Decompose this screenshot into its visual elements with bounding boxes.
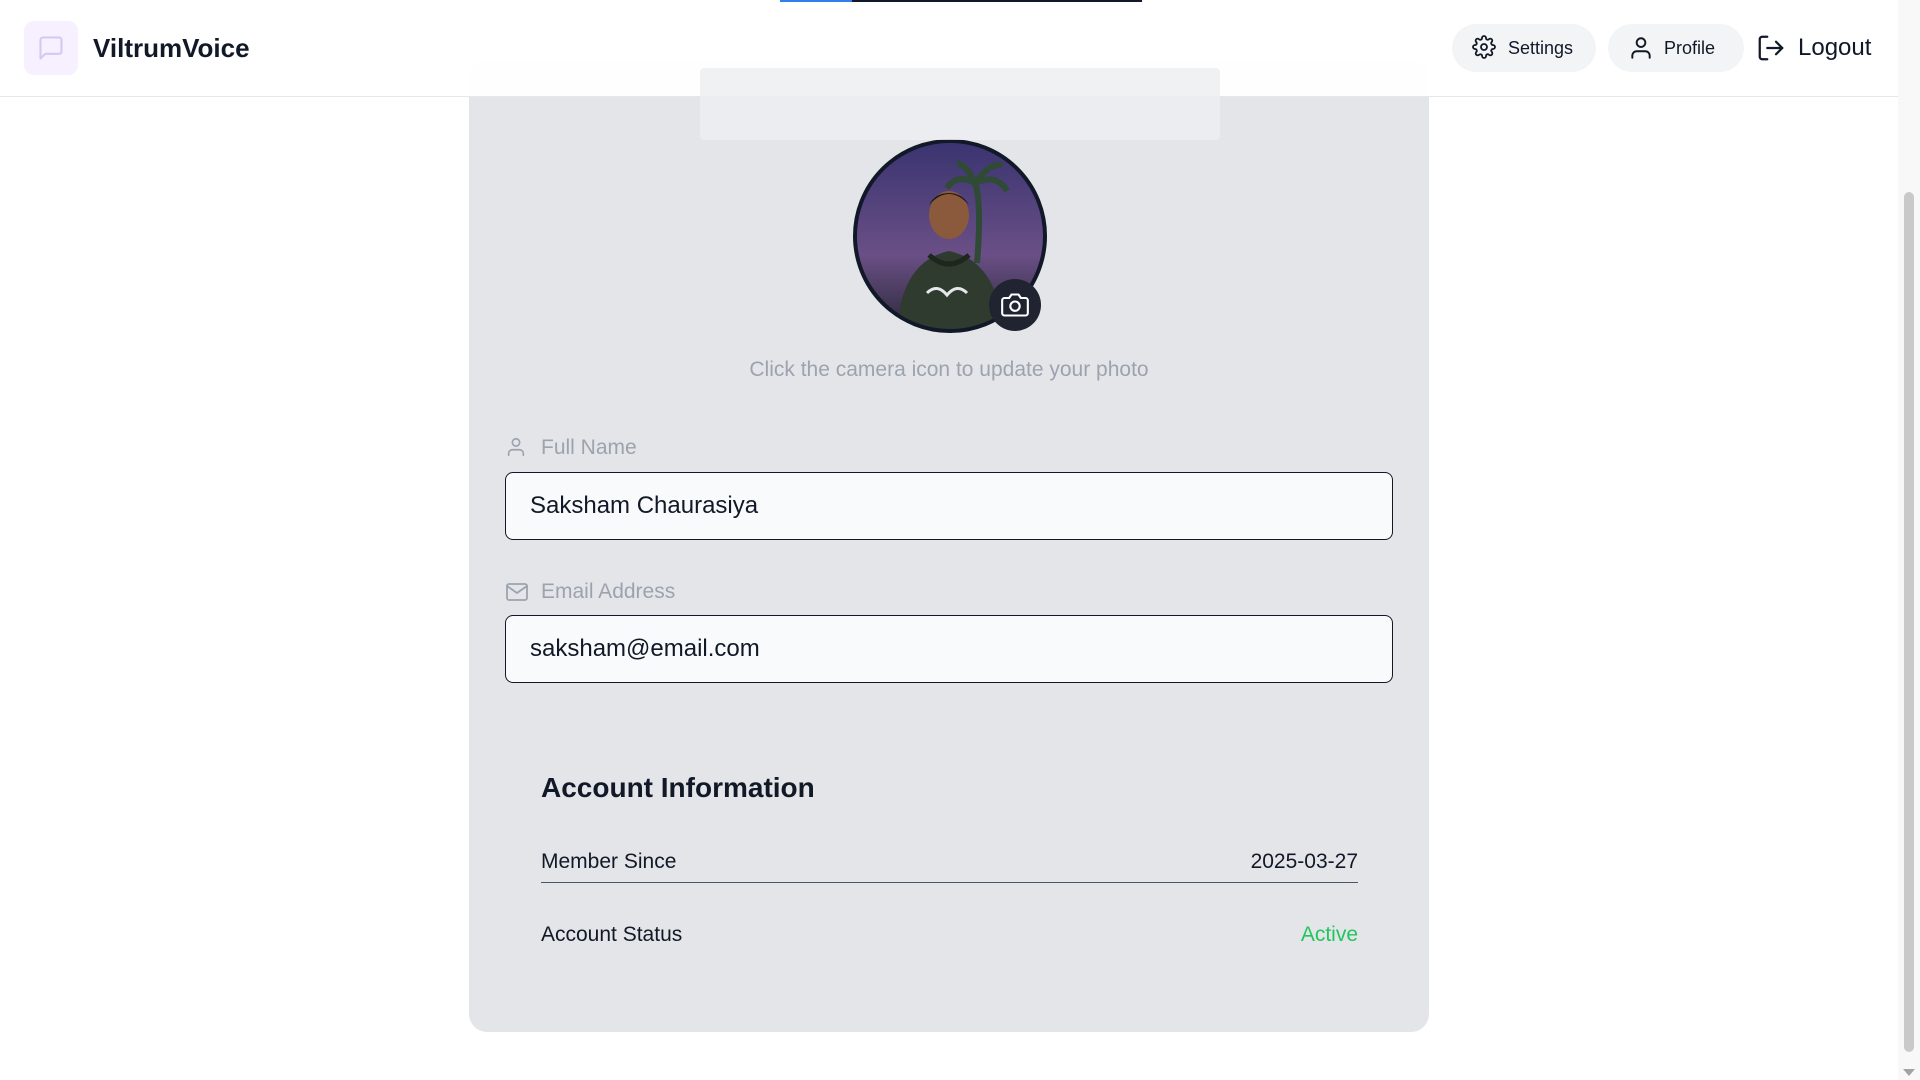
user-icon — [505, 436, 529, 460]
profile-label: Profile — [1664, 37, 1716, 58]
member-since-value: 2025-03-27 — [1250, 850, 1358, 873]
scroll-down-arrow-icon[interactable] — [1903, 1069, 1915, 1076]
app-logo[interactable] — [24, 21, 78, 75]
message-square-icon — [37, 34, 65, 62]
photo-hint-text: Click the camera icon to update your pho… — [749, 358, 1149, 381]
settings-label: Settings — [1508, 37, 1574, 58]
status-badge: Active — [1300, 923, 1358, 946]
user-icon — [1628, 35, 1654, 61]
camera-icon — [1001, 291, 1029, 319]
page-loading-progress-fill — [780, 0, 853, 2]
scrollbar-thumb[interactable] — [1904, 192, 1914, 1052]
gear-icon — [1472, 35, 1498, 61]
brand-name[interactable]: ViltrumVoice — [93, 33, 250, 64]
full-name-label-text: Full Name — [541, 436, 637, 459]
member-since-row: Member Since 2025-03-27 — [541, 842, 1358, 883]
profile-button[interactable]: Profile — [1608, 24, 1744, 72]
member-since-label: Member Since — [541, 850, 677, 873]
account-info-heading: Account Information — [541, 772, 815, 803]
full-name-input[interactable] — [505, 472, 1393, 540]
full-name-label: Full Name — [505, 436, 637, 460]
logout-label: Logout — [1798, 34, 1872, 61]
page-loading-progress — [780, 0, 1142, 2]
faded-banner — [700, 68, 1220, 140]
email-label-text: Email Address — [541, 580, 676, 603]
logout-button[interactable]: Logout — [1756, 30, 1871, 66]
email-input[interactable] — [505, 615, 1393, 683]
avatar-container — [853, 139, 1047, 333]
change-photo-button[interactable] — [989, 279, 1041, 331]
logout-icon — [1756, 33, 1786, 63]
email-label: Email Address — [505, 580, 675, 604]
settings-button[interactable]: Settings — [1452, 24, 1596, 72]
account-status-label: Account Status — [541, 923, 683, 946]
page-scrollbar[interactable] — [1898, 0, 1920, 1080]
account-status-row: Account Status Active — [541, 915, 1358, 955]
mail-icon — [505, 580, 529, 604]
